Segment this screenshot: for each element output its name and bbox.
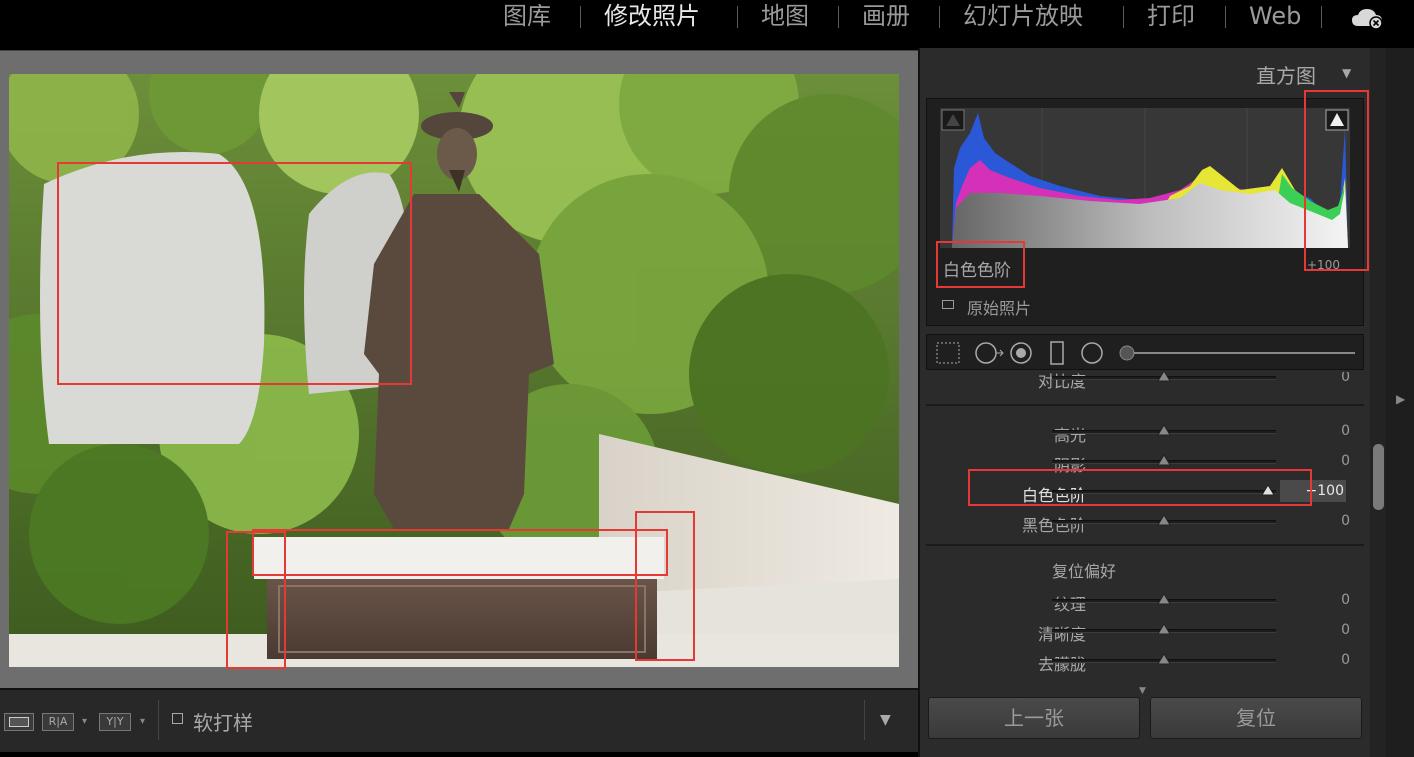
red-eye-icon[interactable]: [1010, 342, 1032, 364]
histogram-hover-label: 白色色阶: [943, 261, 1011, 281]
highlights-slider-thumb[interactable]: [1157, 424, 1171, 436]
clarity-slider-row: 清晰度 0: [926, 619, 1364, 649]
dehaze-value[interactable]: 0: [1316, 652, 1350, 668]
contrast-slider-row: 对比度 0: [926, 372, 1364, 398]
panel-divider: [926, 544, 1364, 546]
panel-divider: [926, 404, 1364, 406]
module-print[interactable]: 打印: [1147, 0, 1195, 34]
module-map[interactable]: 地图: [761, 0, 809, 34]
blacks-slider-row: 黑色色阶 0: [926, 510, 1364, 540]
clarity-slider-thumb[interactable]: [1157, 623, 1171, 635]
statue-photo[interactable]: [9, 74, 899, 667]
collapse-triangle-icon[interactable]: ▼: [1342, 66, 1351, 80]
blacks-slider-thumb[interactable]: [1157, 514, 1171, 526]
shadows-slider-row: 阴影 0: [926, 450, 1364, 480]
blacks-label: 黑色色阶: [1021, 516, 1086, 535]
soft-proof-checkbox[interactable]: [172, 713, 183, 724]
texture-label: 纹理: [1053, 595, 1086, 614]
develop-toolbar: R|A ▾ Y|Y ▾: [0, 688, 918, 752]
module-develop[interactable]: 修改照片: [604, 0, 700, 34]
chevron-down-icon[interactable]: ▾: [82, 716, 87, 727]
highlights-value[interactable]: 0: [1316, 423, 1350, 439]
dehaze-label: 去朦胧: [1037, 655, 1086, 674]
dehaze-slider-thumb[interactable]: [1157, 653, 1171, 665]
contrast-label: 对比度: [1037, 372, 1086, 391]
histogram-panel-title[interactable]: 直方图: [1256, 60, 1316, 89]
module-separator: [1321, 6, 1322, 28]
soft-proof-label: 软打样: [193, 711, 253, 735]
photo-canvas: [0, 50, 918, 688]
clarity-label: 清晰度: [1037, 625, 1086, 644]
chevron-down-icon[interactable]: ▾: [140, 716, 145, 727]
contrast-slider-thumb[interactable]: [1157, 372, 1171, 382]
graduated-filter-icon[interactable]: [1050, 341, 1064, 365]
whites-value[interactable]: +100: [1280, 480, 1346, 502]
cloud-sync-icon[interactable]: [1350, 6, 1386, 30]
shadows-slider-thumb[interactable]: [1157, 454, 1171, 466]
toolbar-divider: [864, 700, 865, 740]
highlights-slider-row: 高光 0: [926, 420, 1364, 450]
module-web[interactable]: Web: [1249, 0, 1301, 34]
blacks-value[interactable]: 0: [1316, 513, 1350, 529]
highlights-label: 高光: [1053, 426, 1086, 445]
whites-slider-track[interactable]: [1052, 490, 1276, 494]
toolbar-divider: [158, 700, 159, 740]
panel-scroll-down-icon[interactable]: ▼: [1139, 686, 1146, 696]
original-photo-checkbox[interactable]: [942, 300, 954, 309]
shadows-value[interactable]: 0: [1316, 453, 1350, 469]
module-separator: [838, 6, 839, 28]
basic-panel-sliders: 对比度 0 高光 0 阴影 0 白色色阶 +100 黑色色阶 0 复位偏好 纹理…: [926, 372, 1364, 682]
panel-scrollbar-thumb[interactable]: [1373, 444, 1384, 510]
loupe-view-button[interactable]: [4, 713, 34, 731]
module-separator: [1225, 6, 1226, 28]
reset-button[interactable]: 复位: [1150, 697, 1362, 739]
expand-panel-arrow-icon[interactable]: ▶: [1396, 392, 1405, 406]
whites-slider-thumb[interactable]: [1261, 484, 1275, 496]
develop-tool-strip: [926, 334, 1364, 370]
histogram-hover-value: +100: [1307, 258, 1340, 272]
histogram-graph[interactable]: [940, 108, 1350, 248]
original-photo-label: 原始照片: [967, 299, 1032, 318]
module-picker: 图库 修改照片 地图 画册 幻灯片放映 打印 Web: [0, 0, 1414, 48]
spot-removal-icon[interactable]: [975, 342, 1004, 364]
module-library[interactable]: 图库: [503, 0, 551, 34]
histogram-curve: [940, 108, 1350, 248]
texture-slider-thumb[interactable]: [1157, 593, 1171, 605]
before-after-yy-button[interactable]: Y|Y: [99, 713, 131, 731]
module-book[interactable]: 画册: [862, 0, 910, 34]
module-separator: [580, 6, 581, 28]
previous-button[interactable]: 上一张: [928, 697, 1140, 739]
texture-slider-row: 纹理 0: [926, 589, 1364, 619]
panel-scrollbar[interactable]: [1370, 48, 1386, 757]
navigation-buttons: 上一张 复位: [926, 697, 1364, 741]
adjustment-brush-icon[interactable]: [1119, 345, 1355, 361]
clarity-value[interactable]: 0: [1316, 622, 1350, 638]
module-separator: [1123, 6, 1124, 28]
radial-filter-icon[interactable]: [1081, 342, 1103, 364]
crop-icon[interactable]: [936, 342, 960, 364]
module-slideshow[interactable]: 幻灯片放映: [963, 0, 1083, 34]
statue-photo-image: [9, 74, 899, 667]
whites-label: 白色色阶: [1021, 486, 1086, 505]
whites-slider-row: 白色色阶 +100: [926, 480, 1364, 510]
contrast-value[interactable]: 0: [1316, 372, 1350, 385]
before-after-ra-button[interactable]: R|A: [42, 713, 74, 731]
module-separator: [737, 6, 738, 28]
presence-section-title: 复位偏好: [1052, 562, 1117, 581]
module-separator: [939, 6, 940, 28]
texture-value[interactable]: 0: [1316, 592, 1350, 608]
shadows-label: 阴影: [1053, 456, 1086, 475]
dehaze-slider-row: 去朦胧 0: [926, 649, 1364, 679]
toolbar-menu-caret-icon[interactable]: ▼: [880, 712, 891, 728]
